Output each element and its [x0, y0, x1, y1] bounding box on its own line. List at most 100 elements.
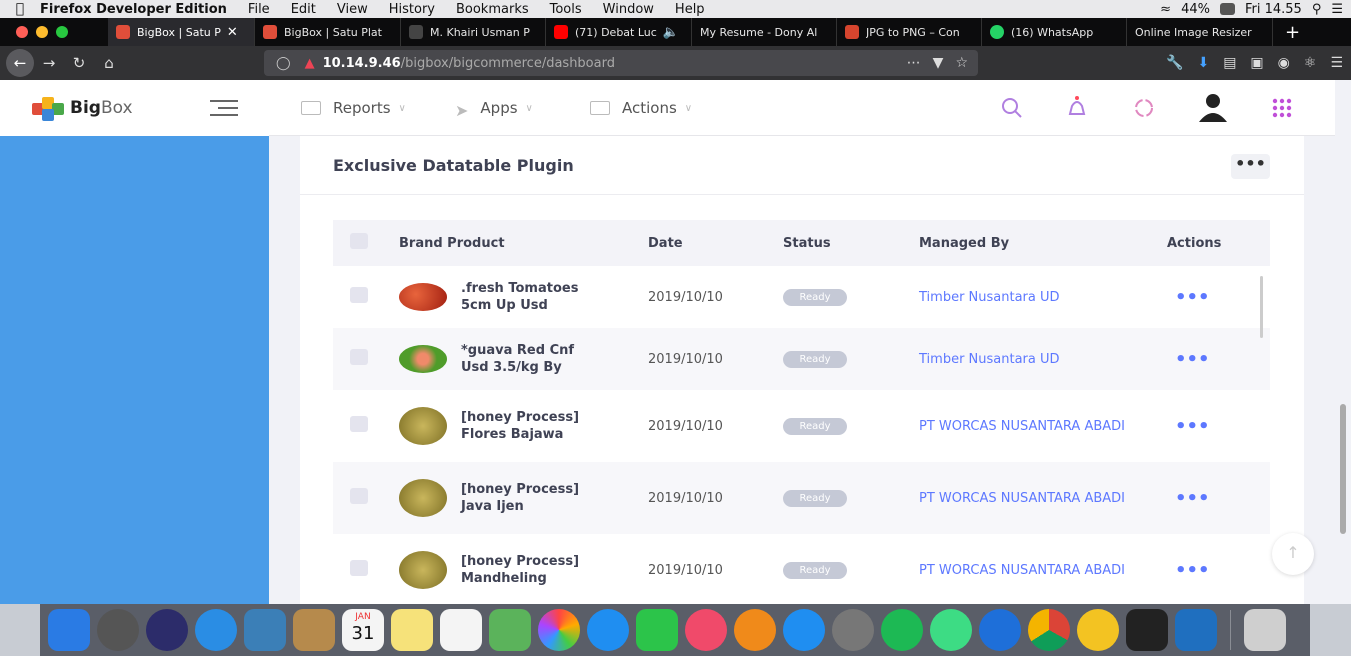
nav-apps[interactable]: ➤ Apps ∨	[455, 99, 533, 120]
col-status[interactable]: Status	[783, 220, 919, 266]
books-icon[interactable]	[734, 609, 776, 651]
facetime-icon[interactable]	[636, 609, 678, 651]
managed-by-link[interactable]: PT WORCAS NUSANTARA ABADI	[919, 534, 1167, 604]
page-actions-icon[interactable]: ⋯	[907, 55, 921, 71]
reminders-icon[interactable]	[440, 609, 482, 651]
control-center-icon[interactable]: ☰	[1331, 2, 1343, 17]
menu-app-name[interactable]: Firefox Developer Edition	[40, 2, 227, 17]
product-name[interactable]: [honey Process] Flores Bajawa	[461, 409, 601, 443]
terminal-icon[interactable]	[1126, 609, 1168, 651]
app-store-icon[interactable]	[783, 609, 825, 651]
row-checkbox[interactable]	[350, 287, 368, 303]
pocket-icon[interactable]: ▼	[933, 55, 944, 71]
tab-khairi[interactable]: M. Khairi Usman P	[401, 18, 546, 46]
forward-button[interactable]: →	[34, 54, 64, 72]
tab-image-resizer[interactable]: Online Image Resizer	[1127, 18, 1273, 46]
photos-icon[interactable]	[538, 609, 580, 651]
cyberduck-icon[interactable]	[1077, 609, 1119, 651]
zoom-window-button[interactable]	[56, 26, 68, 38]
new-tab-icon[interactable]: +	[1273, 22, 1300, 43]
bookmark-star-icon[interactable]: ☆	[955, 55, 968, 71]
battery-percent[interactable]: 44%	[1181, 2, 1210, 17]
finder-icon[interactable]	[48, 609, 90, 651]
trash-icon[interactable]	[1244, 609, 1286, 651]
tools-wrench-icon[interactable]: 🔧	[1166, 55, 1183, 71]
close-window-button[interactable]	[16, 26, 28, 38]
app-menu-icon[interactable]: ☰	[1330, 55, 1343, 71]
account-icon[interactable]: ◉	[1278, 55, 1290, 71]
android-studio-icon[interactable]	[930, 609, 972, 651]
managed-by-link[interactable]: Timber Nusantara UD	[919, 328, 1167, 390]
shield-icon[interactable]: ◯	[276, 56, 291, 71]
select-all-checkbox[interactable]	[350, 233, 368, 249]
react-devtools-icon[interactable]: ⚛	[1304, 55, 1317, 71]
maps-icon[interactable]	[489, 609, 531, 651]
managed-by-link[interactable]: PT WORCAS NUSANTARA ABADI	[919, 390, 1167, 462]
menu-tools[interactable]: Tools	[550, 2, 582, 17]
managed-by-link[interactable]: PT WORCAS NUSANTARA ABADI	[919, 462, 1167, 534]
reload-button[interactable]: ↻	[64, 54, 94, 72]
wifi-icon[interactable]: ≈	[1160, 2, 1171, 17]
apple-icon[interactable]: 	[0, 1, 40, 17]
col-managed-by[interactable]: Managed By	[919, 220, 1167, 266]
nav-actions[interactable]: Actions ∨	[590, 99, 692, 117]
insecure-lock-icon[interactable]: ▲	[305, 56, 315, 71]
notes-icon[interactable]	[391, 609, 433, 651]
tab-whatsapp[interactable]: (16) WhatsApp	[982, 18, 1127, 46]
spotlight-icon[interactable]: ⚲	[1312, 2, 1322, 17]
menu-bookmarks[interactable]: Bookmarks	[456, 2, 529, 17]
page-scrollbar[interactable]	[1340, 404, 1346, 534]
vscode-icon[interactable]	[1175, 609, 1217, 651]
col-brand-product[interactable]: Brand Product	[399, 220, 648, 266]
nav-reports[interactable]: Reports ∨	[301, 99, 406, 117]
apps-grid-icon[interactable]	[1270, 96, 1294, 120]
back-button[interactable]: ←	[6, 49, 34, 77]
tab-jpg-png[interactable]: JPG to PNG – Con	[837, 18, 982, 46]
row-checkbox[interactable]	[350, 416, 368, 432]
siri-icon[interactable]	[146, 609, 188, 651]
row-checkbox[interactable]	[350, 560, 368, 576]
music-icon[interactable]	[685, 609, 727, 651]
minimize-window-button[interactable]	[36, 26, 48, 38]
scroll-to-top-button[interactable]: ↑	[1272, 533, 1314, 575]
safari-icon[interactable]	[195, 609, 237, 651]
calendar-icon[interactable]: JAN 31	[342, 609, 384, 651]
clock[interactable]: Fri 14.55	[1245, 2, 1302, 17]
bigbox-logo-icon[interactable]	[32, 95, 66, 121]
product-name[interactable]: [honey Process] Mandheling	[461, 553, 601, 587]
col-date[interactable]: Date	[648, 220, 783, 266]
row-actions-button[interactable]: •••	[1167, 266, 1270, 328]
tab-resume[interactable]: My Resume - Dony Al	[692, 18, 837, 46]
preview-icon[interactable]	[244, 609, 286, 651]
close-tab-icon[interactable]: ✕	[227, 25, 238, 40]
row-actions-button[interactable]: •••	[1167, 534, 1270, 604]
contacts-icon[interactable]	[293, 609, 335, 651]
menu-help[interactable]: Help	[675, 2, 705, 17]
chrome-icon[interactable]	[1028, 609, 1070, 651]
library-icon[interactable]: ▤	[1223, 55, 1236, 71]
row-actions-button[interactable]: •••	[1167, 390, 1270, 462]
tab-youtube[interactable]: (71) Debat Luc 🔈	[546, 18, 692, 46]
messages-icon[interactable]	[587, 609, 629, 651]
home-button[interactable]: ⌂	[94, 54, 124, 72]
row-checkbox[interactable]	[350, 488, 368, 504]
row-checkbox[interactable]	[350, 349, 368, 365]
hamburger-menu-icon[interactable]	[210, 100, 238, 121]
product-name[interactable]: *guava Red Cnf Usd 3.5/kg By	[461, 342, 601, 376]
card-more-button[interactable]: •••	[1231, 154, 1270, 179]
user-avatar-icon[interactable]	[1197, 92, 1229, 124]
tab-bigbox-1[interactable]: BigBox | Satu P ✕	[108, 18, 255, 46]
tab-bigbox-2[interactable]: BigBox | Satu Plat	[255, 18, 401, 46]
menu-view[interactable]: View	[337, 2, 368, 17]
product-name[interactable]: [honey Process] Java Ijen	[461, 481, 601, 515]
menu-window[interactable]: Window	[603, 2, 654, 17]
url-bar[interactable]: ◯ ▲ 10.14.9.46/bigbox/bigcommerce/dashbo…	[264, 50, 978, 76]
sync-icon[interactable]	[1132, 96, 1156, 120]
speaker-icon[interactable]: 🔈	[663, 25, 679, 40]
menu-edit[interactable]: Edit	[291, 2, 316, 17]
downloads-icon[interactable]: ⬇	[1197, 55, 1209, 71]
spotify-icon[interactable]	[881, 609, 923, 651]
menu-file[interactable]: File	[248, 2, 270, 17]
search-icon[interactable]	[1000, 96, 1024, 120]
managed-by-link[interactable]: Timber Nusantara UD	[919, 266, 1167, 328]
